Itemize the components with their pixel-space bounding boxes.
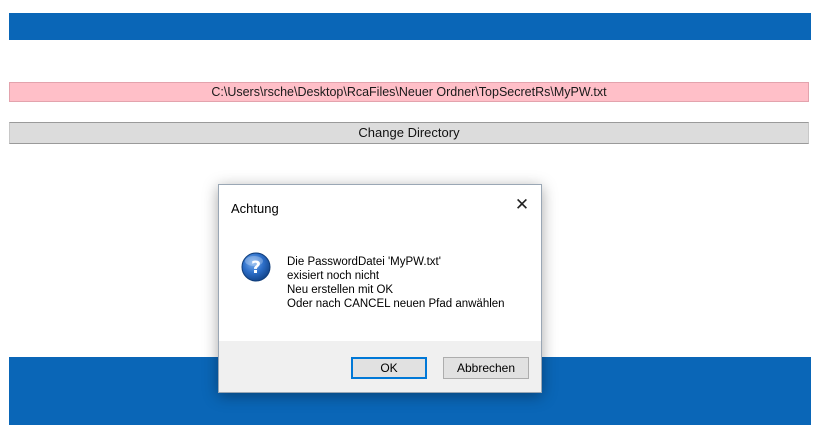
message-line: exisiert noch nicht <box>287 270 380 282</box>
svg-text:?: ? <box>251 258 261 278</box>
dialog-message: Die PasswordDatei 'MyPW.txt' exisiert no… <box>287 255 505 311</box>
cancel-button[interactable]: Abbrechen <box>443 357 529 379</box>
ok-button[interactable]: OK <box>351 357 427 379</box>
warning-dialog: Achtung ✕ ? Die PasswordDatei 'MyPW.txt'… <box>218 184 542 393</box>
file-path-field[interactable]: C:\Users\rsche\Desktop\RcaFiles\Neuer Or… <box>9 82 809 102</box>
change-directory-button[interactable]: Change Directory <box>9 122 809 144</box>
question-icon: ? <box>241 252 271 282</box>
app-window: C:\Users\rsche\Desktop\RcaFiles\Neuer Or… <box>0 0 819 425</box>
message-line: Oder nach CANCEL neuen Pfad anwählen <box>287 298 505 310</box>
close-icon[interactable]: ✕ <box>513 195 531 215</box>
dialog-button-bar: OK Abbrechen <box>219 341 541 392</box>
top-blue-bar <box>9 13 811 40</box>
message-line: Neu erstellen mit OK <box>287 284 394 296</box>
message-line: Die PasswordDatei 'MyPW.txt' <box>287 256 441 268</box>
dialog-title: Achtung <box>231 201 279 216</box>
